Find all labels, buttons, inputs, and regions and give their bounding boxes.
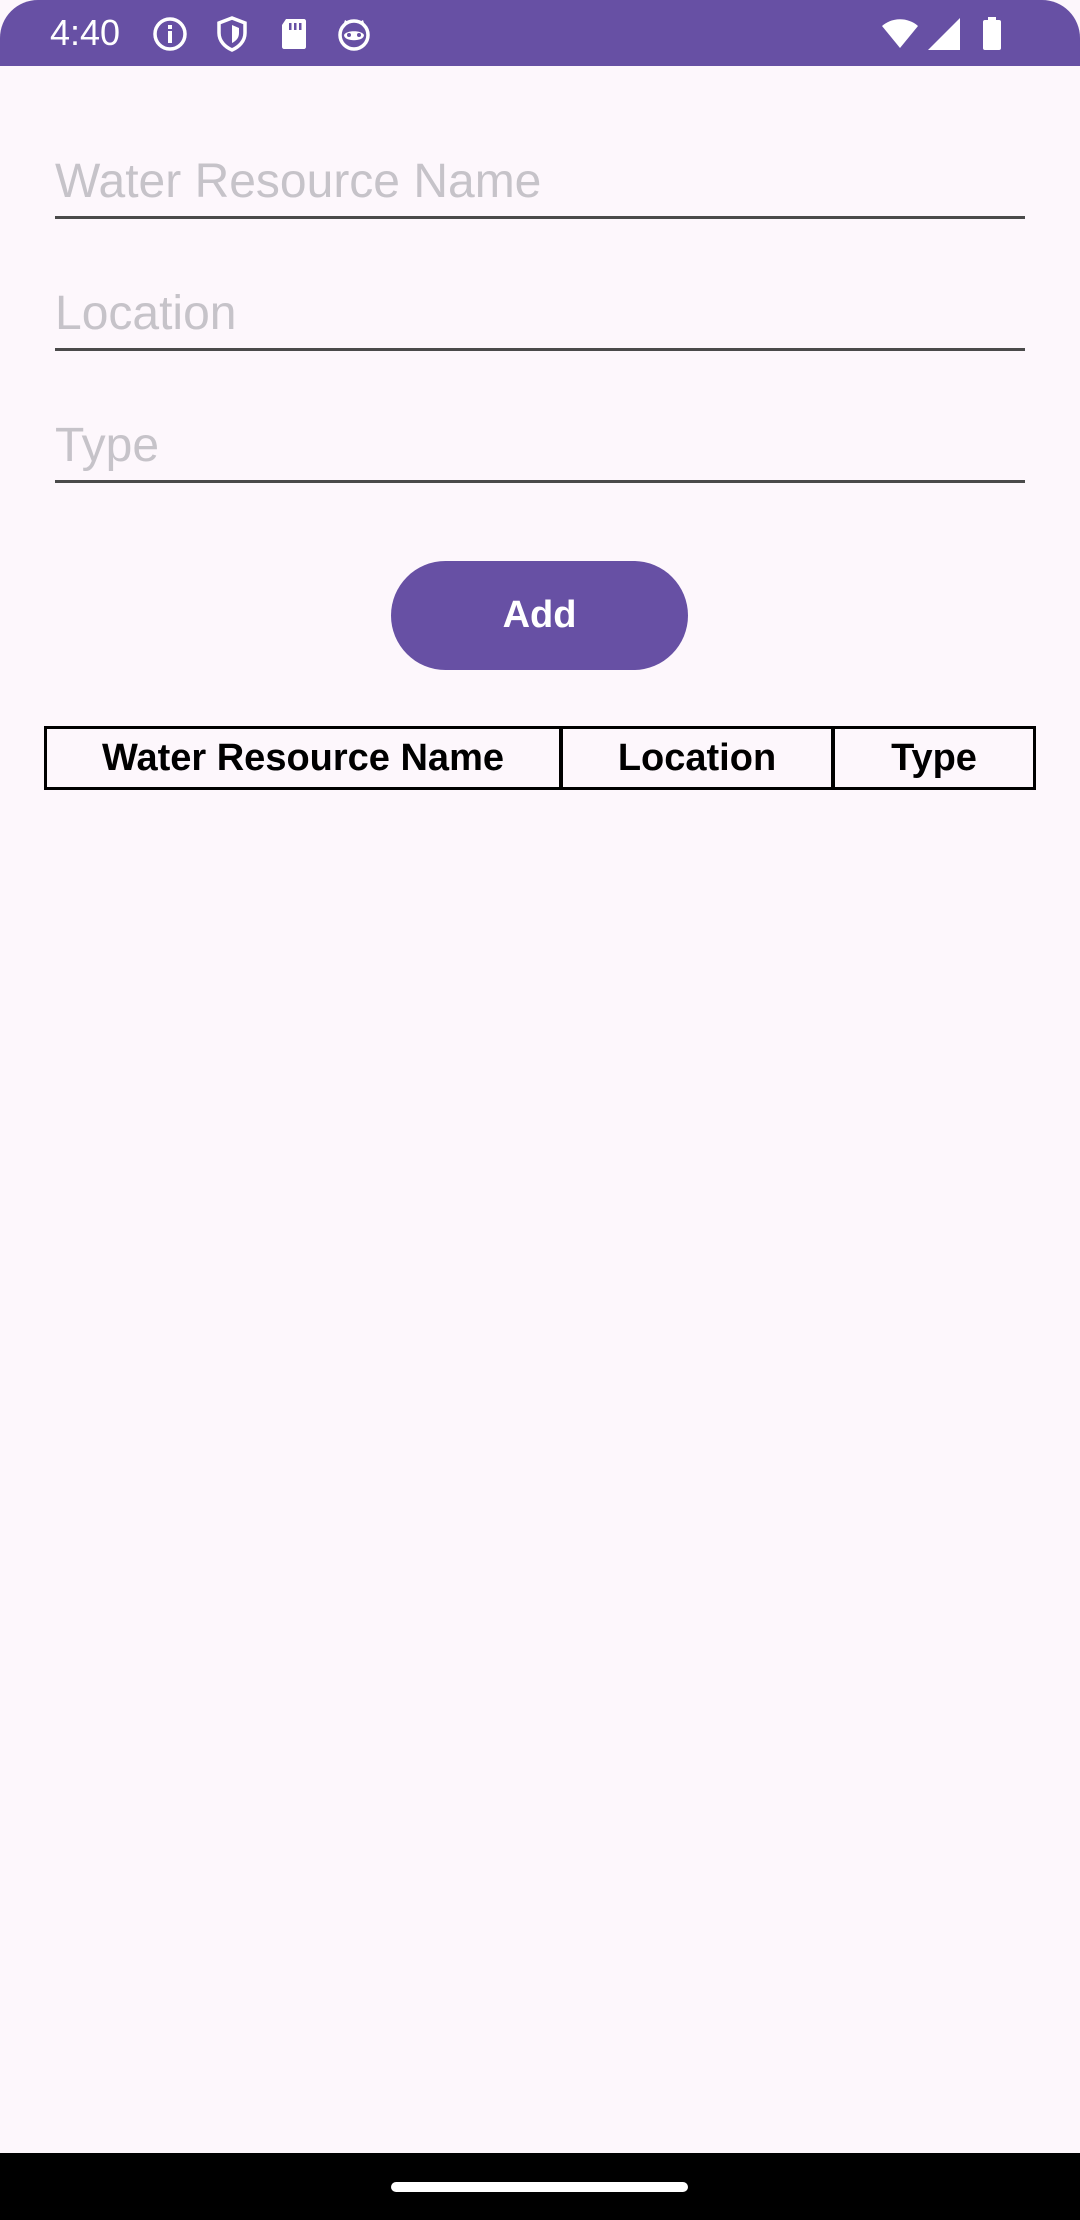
table-header-location: Location — [559, 729, 831, 787]
location-input[interactable] — [55, 278, 1025, 348]
cat-face-icon — [334, 14, 374, 54]
sd-card-icon — [274, 14, 314, 54]
location-field[interactable] — [55, 278, 1025, 351]
type-input[interactable] — [55, 410, 1025, 480]
signal-icon — [924, 14, 964, 54]
info-icon — [150, 14, 190, 54]
water-resource-name-field[interactable] — [55, 146, 1025, 219]
type-field[interactable] — [55, 410, 1025, 483]
battery-icon — [972, 14, 1012, 54]
water-resource-name-input[interactable] — [55, 146, 1025, 216]
water-resources-table: Water Resource Name Location Type — [44, 726, 1036, 790]
status-bar: 4:40 — [0, 0, 1080, 66]
add-button[interactable]: Add — [391, 561, 688, 670]
home-gesture-handle[interactable] — [391, 2182, 688, 2192]
shield-icon — [212, 14, 252, 54]
wifi-icon — [880, 14, 920, 54]
table-header-name: Water Resource Name — [102, 736, 504, 779]
table-header-type: Type — [831, 729, 1033, 787]
status-time: 4:40 — [50, 12, 121, 53]
